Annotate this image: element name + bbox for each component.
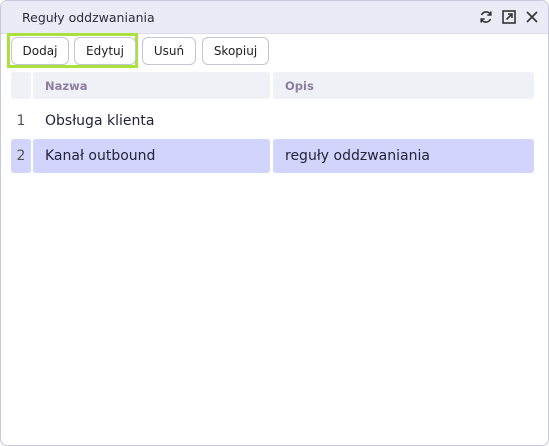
edit-button[interactable]: Edytuj bbox=[74, 37, 136, 65]
add-button[interactable]: Dodaj bbox=[11, 37, 69, 65]
refresh-icon[interactable] bbox=[476, 7, 496, 27]
popout-icon[interactable] bbox=[499, 7, 519, 27]
column-header-name[interactable]: Nazwa bbox=[33, 72, 270, 99]
delete-button[interactable]: Usuń bbox=[142, 37, 196, 65]
row-number: 2 bbox=[11, 139, 31, 173]
window-titlebar: Reguły oddzwaniania bbox=[1, 1, 548, 34]
column-header-description[interactable]: Opis bbox=[273, 72, 534, 99]
header-rownum-cell bbox=[11, 72, 31, 99]
copy-button[interactable]: Skopiuj bbox=[202, 37, 269, 65]
table-row-name-cell[interactable]: Obsługa klienta bbox=[33, 104, 270, 137]
table-row-description-cell[interactable] bbox=[273, 104, 534, 137]
close-icon[interactable] bbox=[522, 7, 542, 27]
table-row-name-cell[interactable]: Kanał outbound bbox=[33, 139, 270, 173]
row-number: 1 bbox=[16, 112, 26, 129]
rules-window: Reguły oddzwaniania Dodaj Edytuj Usuń Sk… bbox=[0, 0, 549, 446]
table-row-description-cell[interactable]: reguły oddzwaniania bbox=[273, 139, 534, 173]
window-title: Reguły oddzwaniania bbox=[22, 10, 155, 25]
